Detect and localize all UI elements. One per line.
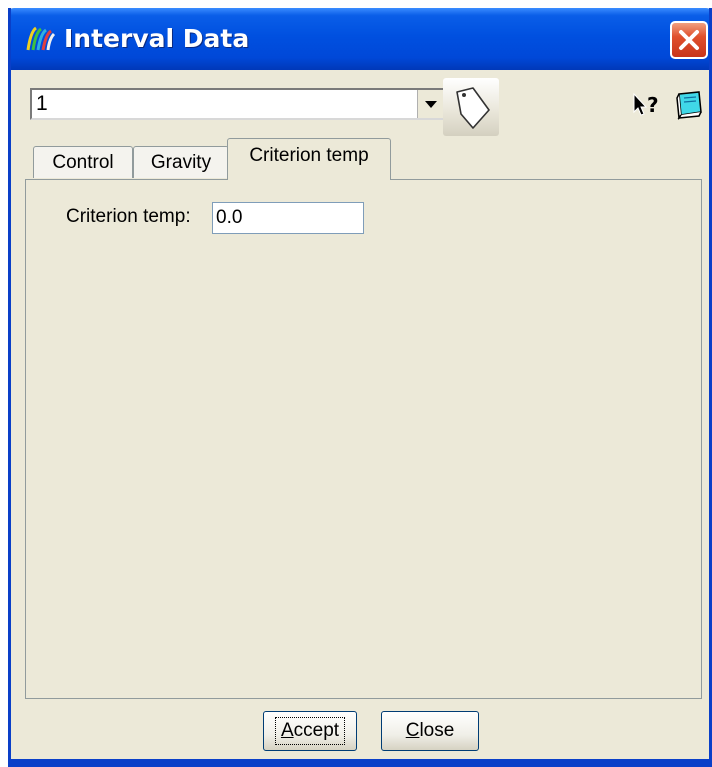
dropdown-arrow-icon[interactable] (417, 90, 444, 118)
criterion-temp-input[interactable]: 0.0 (212, 202, 364, 234)
accept-label: ccept (293, 720, 340, 741)
interval-selector-value: 1 (36, 92, 48, 115)
close-mnemonic: C (405, 720, 420, 741)
close-button[interactable]: Close (381, 711, 479, 751)
interval-data-window: Interval Data 1 ? Control Gravity Criter… (8, 8, 712, 767)
tag-icon (456, 87, 490, 129)
window-title: Interval Data (64, 24, 250, 53)
tab-control[interactable]: Control (33, 146, 133, 178)
button-bar: Accept Close (11, 699, 709, 759)
tab-criterion-temp[interactable]: Criterion temp (227, 138, 391, 180)
accept-mnemonic: A (280, 720, 294, 741)
accept-button-focus: Accept (274, 717, 346, 745)
close-window-button[interactable] (670, 21, 708, 59)
svg-text:?: ? (647, 93, 659, 117)
whats-this-help-icon[interactable]: ? (631, 92, 665, 120)
app-icon (26, 26, 56, 51)
criterion-temp-label: Criterion temp: (66, 206, 191, 227)
interval-selector[interactable]: 1 (30, 88, 446, 120)
manual-book-icon[interactable] (673, 88, 707, 120)
toolbar: 1 ? (11, 70, 709, 140)
tab-gravity[interactable]: Gravity (133, 146, 229, 178)
accept-button[interactable]: Accept (263, 711, 357, 751)
title-bar[interactable]: Interval Data (11, 8, 709, 70)
tag-button[interactable] (443, 78, 499, 136)
window-bottom-border (11, 759, 709, 767)
tab-strip: Control Gravity Criterion temp (11, 132, 709, 180)
close-icon (679, 30, 699, 50)
close-label: lose (419, 720, 455, 741)
criterion-temp-panel: Criterion temp: 0.0 (25, 179, 702, 699)
